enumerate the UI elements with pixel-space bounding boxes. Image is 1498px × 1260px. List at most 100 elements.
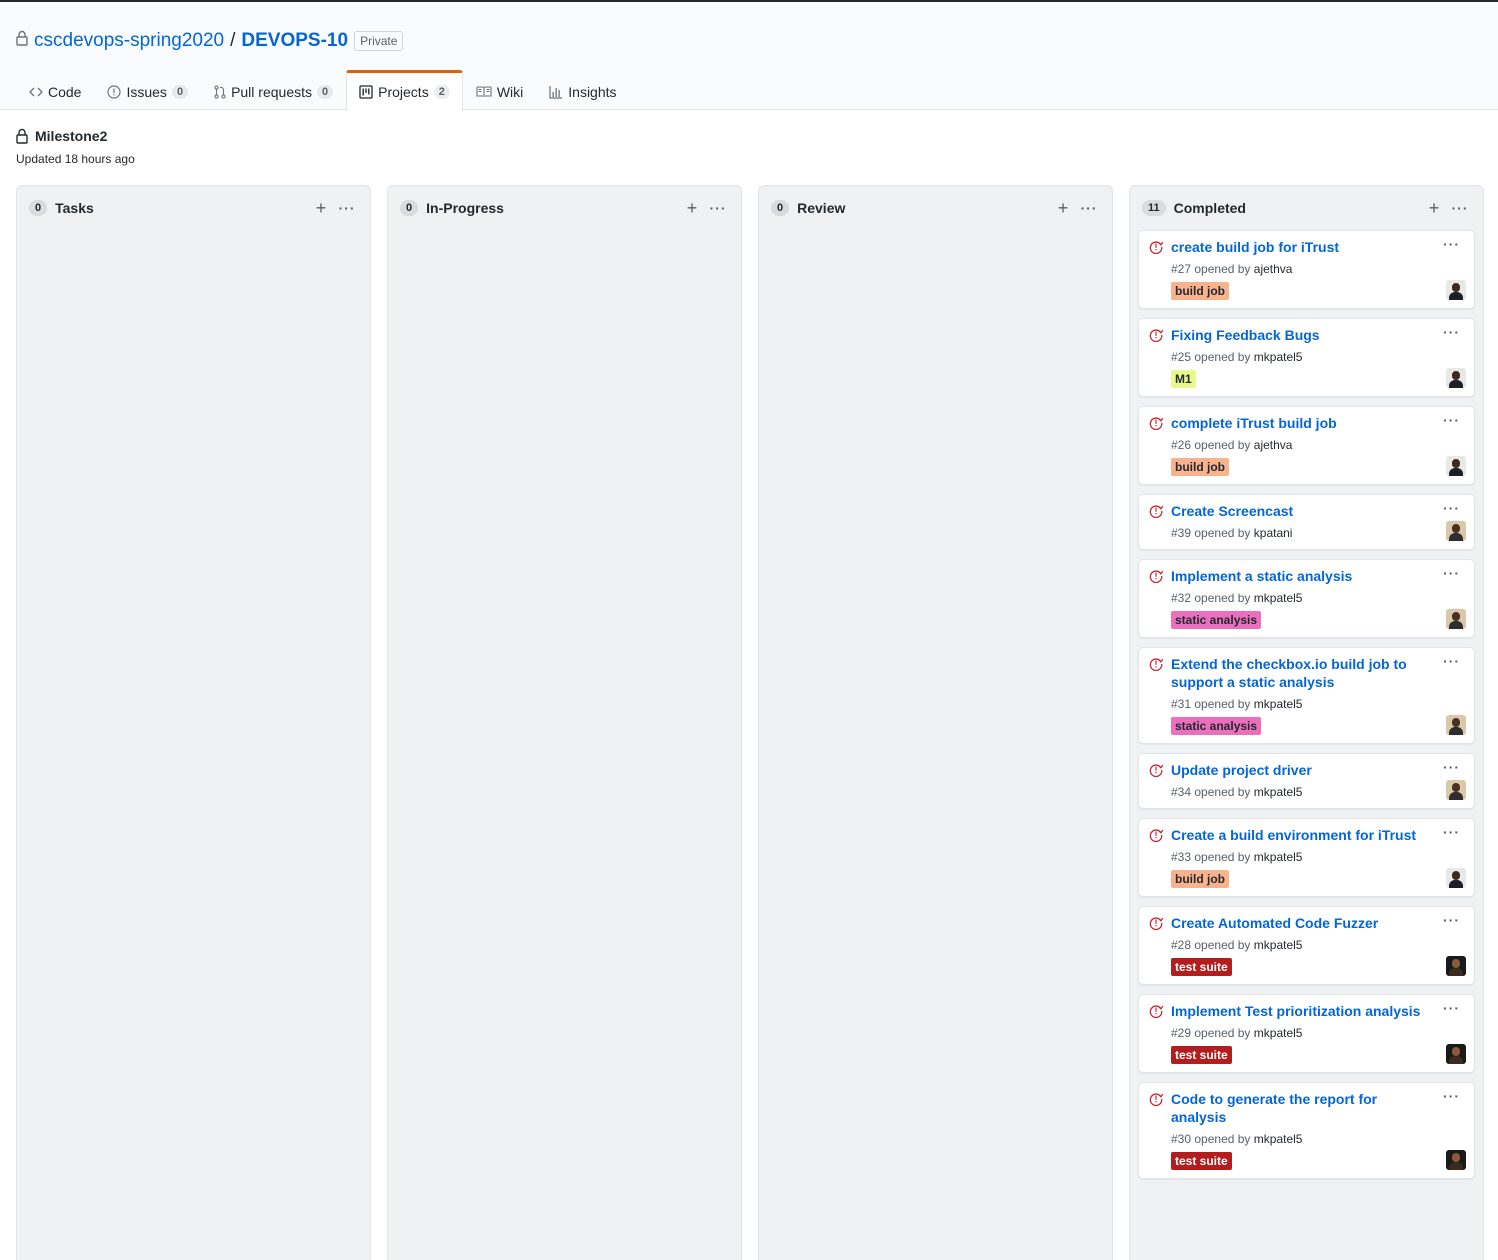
assignee-avatar[interactable] <box>1446 368 1466 388</box>
issue-card[interactable]: Create Screencast #39 opened by kpatani ··… <box>1138 494 1475 550</box>
issue-label[interactable]: M1 <box>1171 370 1196 388</box>
card-menu-kebab-icon[interactable]: ··· <box>1443 565 1460 581</box>
issue-number: #30 <box>1171 1132 1192 1146</box>
card-menu-kebab-icon[interactable]: ··· <box>1443 1000 1460 1016</box>
tab-code[interactable]: Code <box>16 70 94 112</box>
issue-meta: #28 opened by mkpatel5 <box>1171 937 1462 953</box>
issue-title-link[interactable]: complete iTrust build job <box>1171 414 1462 432</box>
column-menu-kebab-icon[interactable]: ··· <box>707 197 729 219</box>
issue-label[interactable]: test suite <box>1171 1046 1232 1064</box>
add-card-plus-icon[interactable]: + <box>310 197 332 219</box>
issue-author-link[interactable]: mkpatel5 <box>1254 350 1303 364</box>
issue-title-link[interactable]: Create Automated Code Fuzzer <box>1171 914 1462 932</box>
issue-title-link[interactable]: create build job for iTrust <box>1171 238 1462 256</box>
assignee-avatar[interactable] <box>1446 715 1466 735</box>
card-menu-kebab-icon[interactable]: ··· <box>1443 824 1460 840</box>
card-menu-kebab-icon[interactable]: ··· <box>1443 1088 1460 1104</box>
assignee-avatar[interactable] <box>1446 1044 1466 1064</box>
card-menu-kebab-icon[interactable]: ··· <box>1443 500 1460 516</box>
issue-card[interactable]: Create Automated Code Fuzzer #28 opened b… <box>1138 906 1475 985</box>
assignee-avatar[interactable] <box>1446 780 1466 800</box>
issue-card[interactable]: Fixing Feedback Bugs #25 opened by mkpate… <box>1138 318 1475 397</box>
issue-meta: #27 opened by ajethva <box>1171 261 1462 277</box>
repo-owner-link[interactable]: cscdevops-spring2020 <box>34 30 224 52</box>
issue-title-link[interactable]: Create a build environment for iTrust <box>1171 826 1462 844</box>
issue-number: #33 <box>1171 850 1192 864</box>
issue-author-link[interactable]: mkpatel5 <box>1254 591 1303 605</box>
column-title: In-Progress <box>426 200 504 216</box>
assignee-avatar[interactable] <box>1446 868 1466 888</box>
card-menu-kebab-icon[interactable]: ··· <box>1443 412 1460 428</box>
issue-title-link[interactable]: Extend the checkbox.io build job to supp… <box>1171 655 1462 691</box>
assignee-avatar[interactable] <box>1446 609 1466 629</box>
card-menu-kebab-icon[interactable]: ··· <box>1443 912 1460 928</box>
card-menu-kebab-icon[interactable]: ··· <box>1443 324 1460 340</box>
issue-card[interactable]: Code to generate the report for analysis… <box>1138 1082 1475 1179</box>
add-card-plus-icon[interactable]: + <box>1052 197 1074 219</box>
column-completed: 11 Completed + ··· create build job for iTru… <box>1129 185 1484 1260</box>
add-card-plus-icon[interactable]: + <box>1423 197 1445 219</box>
closed-issue-icon <box>1149 657 1164 676</box>
card-menu-kebab-icon[interactable]: ··· <box>1443 653 1460 669</box>
issue-label[interactable]: test suite <box>1171 1152 1232 1170</box>
issue-card[interactable]: Update project driver #34 opened by mkpat… <box>1138 753 1475 809</box>
repo-name-link[interactable]: DEVOPS-10 <box>241 30 348 52</box>
assignee-avatar[interactable] <box>1446 521 1466 541</box>
closed-issue-icon <box>1149 416 1164 435</box>
add-card-plus-icon[interactable]: + <box>681 197 703 219</box>
issue-card[interactable]: create build job for iTrust #27 opened by… <box>1138 230 1475 309</box>
assignee-avatar[interactable] <box>1446 456 1466 476</box>
issue-number: #27 <box>1171 262 1192 276</box>
issue-author-link[interactable]: kpatani <box>1254 526 1293 540</box>
column-menu-kebab-icon[interactable]: ··· <box>1449 197 1471 219</box>
issue-label[interactable]: build job <box>1171 282 1229 300</box>
tab-insights[interactable]: Insights <box>536 70 629 112</box>
column-menu-kebab-icon[interactable]: ··· <box>1078 197 1100 219</box>
assignee-avatar[interactable] <box>1446 1150 1466 1170</box>
issue-card[interactable]: Create a build environment for iTrust #33… <box>1138 818 1475 897</box>
tab-pull-requests[interactable]: Pull requests 0 <box>201 70 346 112</box>
closed-issue-icon <box>1149 504 1164 523</box>
card-menu-kebab-icon[interactable]: ··· <box>1443 236 1460 252</box>
tab-issues[interactable]: Issues 0 <box>94 70 201 112</box>
issue-opened-by: opened by <box>1194 697 1251 711</box>
issue-author-link[interactable]: mkpatel5 <box>1254 697 1303 711</box>
issue-title-link[interactable]: Implement a static analysis <box>1171 567 1462 585</box>
issue-author-link[interactable]: ajethva <box>1254 438 1293 452</box>
closed-issue-icon <box>1149 569 1164 588</box>
issue-card[interactable]: complete iTrust build job #26 opened by a… <box>1138 406 1475 485</box>
assignee-avatar[interactable] <box>1446 956 1466 976</box>
issue-author-link[interactable]: ajethva <box>1254 262 1293 276</box>
issue-author-link[interactable]: mkpatel5 <box>1254 785 1303 799</box>
issue-label[interactable]: build job <box>1171 870 1229 888</box>
issue-author-link[interactable]: mkpatel5 <box>1254 1026 1303 1040</box>
card-menu-kebab-icon[interactable]: ··· <box>1443 759 1460 775</box>
assignee-avatar[interactable] <box>1446 280 1466 300</box>
tab-wiki[interactable]: Wiki <box>463 70 536 112</box>
issue-title-link[interactable]: Update project driver <box>1171 761 1462 779</box>
closed-issue-icon <box>1149 1092 1164 1111</box>
issue-opened-by: opened by <box>1194 350 1251 364</box>
tab-projects[interactable]: Projects 2 <box>346 70 463 111</box>
issue-number: #29 <box>1171 1026 1192 1040</box>
issue-card[interactable]: Implement Test prioritization analysis #2… <box>1138 994 1475 1073</box>
issue-label[interactable]: build job <box>1171 458 1229 476</box>
issue-opened-by: opened by <box>1194 526 1251 540</box>
issue-label[interactable]: static analysis <box>1171 717 1262 735</box>
issue-label[interactable]: static analysis <box>1171 611 1262 629</box>
column-menu-kebab-icon[interactable]: ··· <box>336 197 358 219</box>
issue-meta: #31 opened by mkpatel5 <box>1171 696 1462 712</box>
issue-title-link[interactable]: Fixing Feedback Bugs <box>1171 326 1462 344</box>
issue-title-link[interactable]: Code to generate the report for analysis <box>1171 1090 1462 1126</box>
issue-opened-by: opened by <box>1194 438 1251 452</box>
issue-author-link[interactable]: mkpatel5 <box>1254 850 1303 864</box>
issue-title-link[interactable]: Create Screencast <box>1171 502 1462 520</box>
issue-label[interactable]: test suite <box>1171 958 1232 976</box>
issue-card[interactable]: Implement a static analysis #32 opened by… <box>1138 559 1475 638</box>
closed-issue-icon <box>1149 763 1164 782</box>
issue-author-link[interactable]: mkpatel5 <box>1254 938 1303 952</box>
issue-card[interactable]: Extend the checkbox.io build job to supp… <box>1138 647 1475 744</box>
tab-label: Insights <box>568 83 617 100</box>
issue-author-link[interactable]: mkpatel5 <box>1254 1132 1303 1146</box>
issue-title-link[interactable]: Implement Test prioritization analysis <box>1171 1002 1462 1020</box>
